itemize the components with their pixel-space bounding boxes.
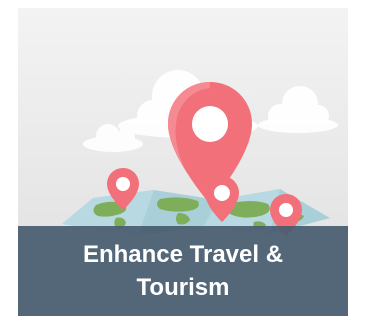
tile-title: Enhance Travel & Tourism [33,238,333,304]
travel-tourism-tile[interactable]: Enhance Travel & Tourism [18,8,348,316]
tile-title-line2: Tourism [136,274,230,301]
tile-title-line1: Enhance Travel & [82,241,284,268]
caption-banner: Enhance Travel & Tourism [18,226,348,316]
